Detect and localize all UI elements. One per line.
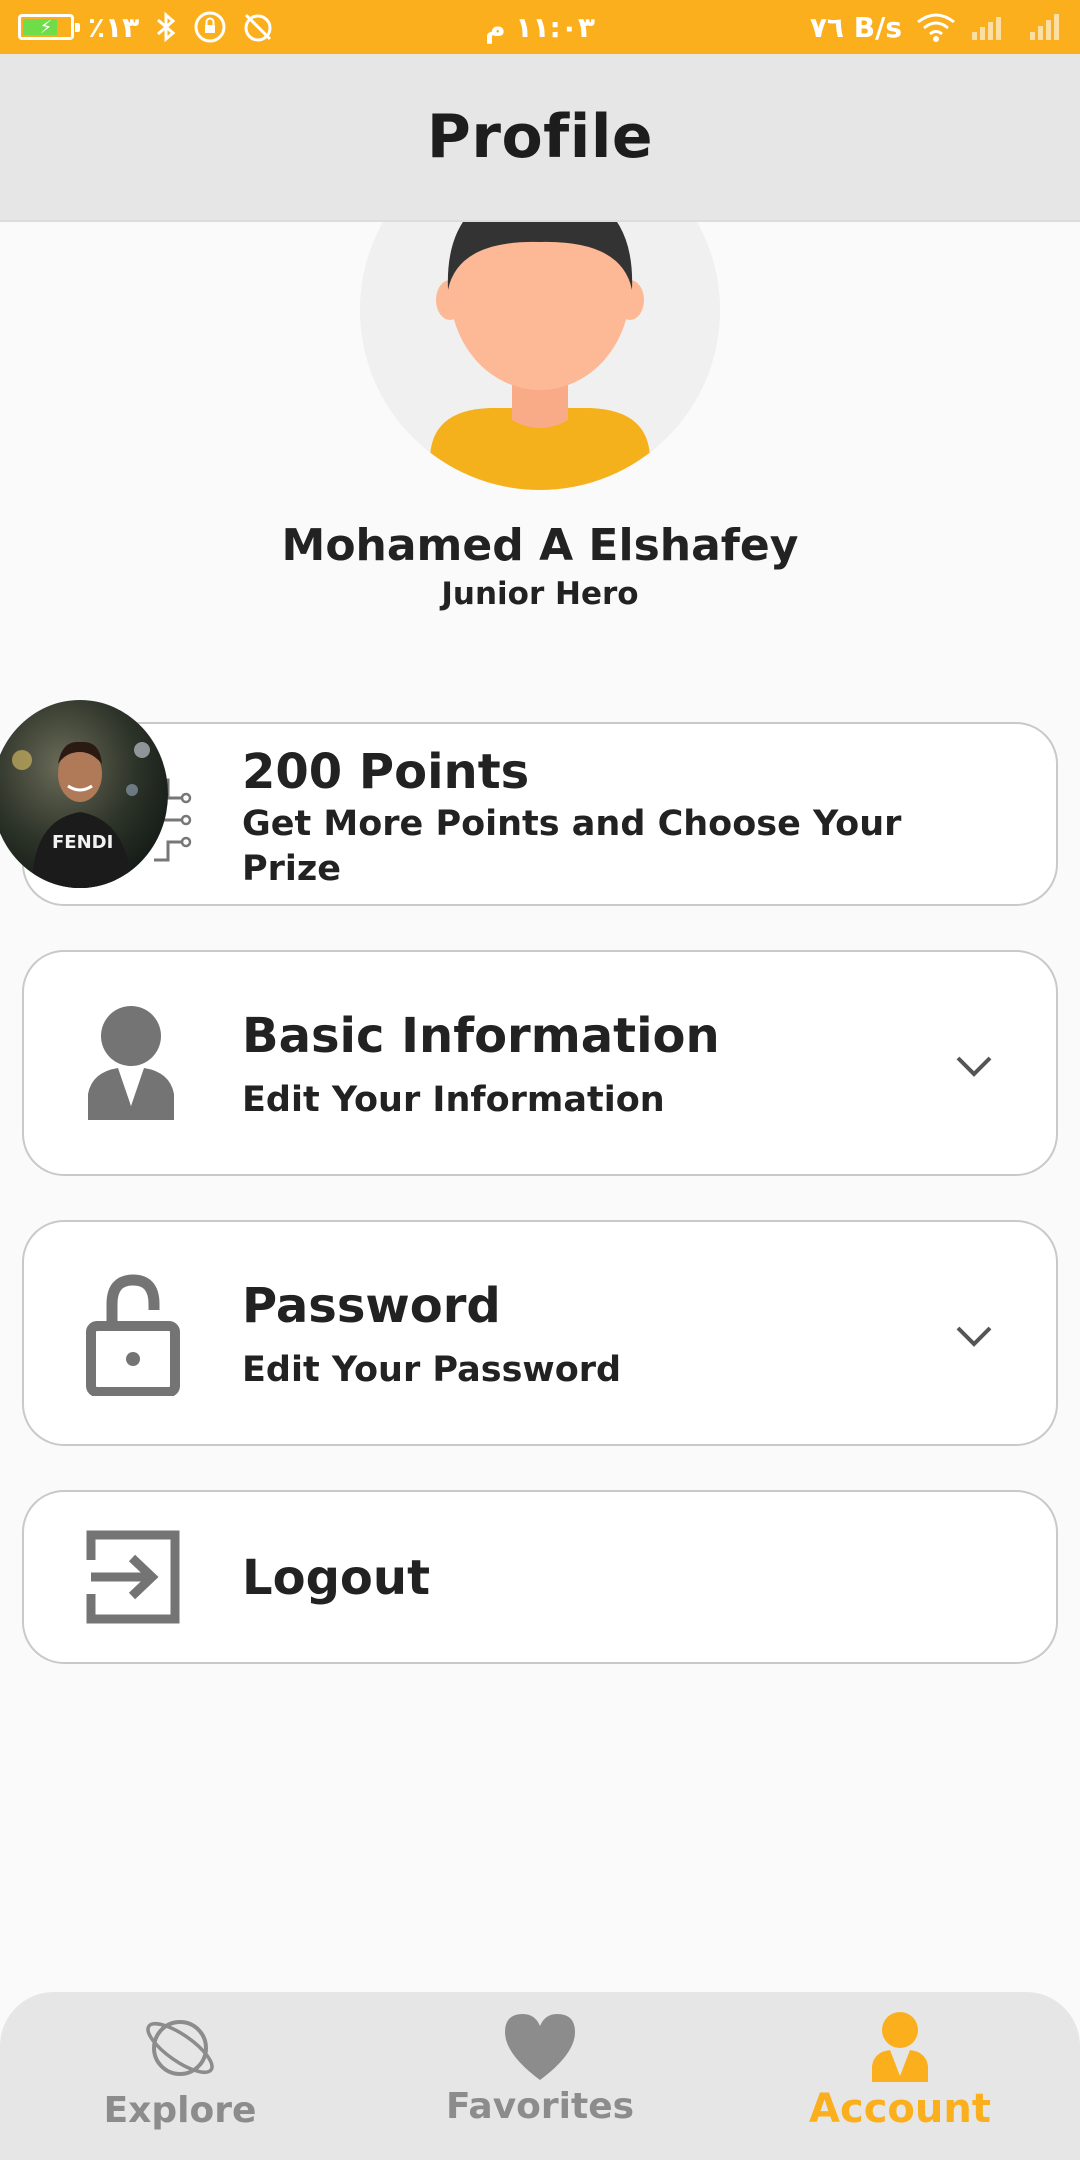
nav-favorites[interactable]: Favorites — [390, 1992, 690, 2160]
basic-information-card[interactable]: Basic Information Edit Your Information — [22, 950, 1058, 1176]
app-header: Profile — [0, 54, 1080, 222]
bottom-navigation: Explore Favorites Account — [0, 1992, 1080, 2160]
lock-icon — [86, 1274, 180, 1396]
password-card[interactable]: Password Edit Your Password — [22, 1220, 1058, 1446]
user-photo-image: FENDI — [0, 700, 168, 888]
battery-percent: ٪١٣ — [88, 10, 140, 44]
basic-information-title: Basic Information — [242, 1008, 720, 1064]
person-icon — [88, 1006, 174, 1120]
chevron-down-icon[interactable] — [954, 1046, 994, 1086]
user-photo[interactable]: FENDI — [0, 700, 168, 888]
logout-icon — [86, 1530, 180, 1624]
logout-title: Logout — [242, 1550, 431, 1606]
person-icon — [872, 2012, 928, 2082]
points-subtitle: Get More Points and Choose Your Prize — [242, 804, 902, 889]
user-level: Junior Hero — [441, 576, 639, 612]
bluetooth-icon — [157, 11, 176, 43]
network-speed: ٧٦ B/s — [809, 10, 902, 44]
svg-text:FENDI: FENDI — [52, 832, 113, 853]
heart-icon — [505, 2014, 575, 2080]
password-title: Password — [242, 1278, 501, 1334]
chevron-down-icon[interactable] — [954, 1316, 994, 1356]
alarm-off-icon — [244, 13, 272, 42]
logout-card[interactable]: Logout — [22, 1490, 1058, 1664]
signal-icon — [972, 17, 1001, 40]
battery-charging-icon: ⚡ — [39, 16, 53, 38]
status-right: ٧٦ B/s — [810, 11, 1062, 44]
wifi-icon — [917, 13, 955, 42]
signal-2-icon — [1030, 14, 1059, 40]
password-subtitle: Edit Your Password — [242, 1350, 622, 1390]
rotation-lock-icon — [194, 11, 226, 43]
status-left: ⚡ ٪١٣ — [18, 10, 275, 44]
nav-favorites-label: Favorites — [445, 2086, 635, 2127]
battery-icon: ⚡ — [18, 14, 80, 40]
points-title: 200 Points — [242, 744, 530, 800]
page-title: Profile — [426, 102, 654, 172]
nav-account[interactable]: Account — [750, 1992, 1050, 2160]
basic-information-subtitle: Edit Your Information — [242, 1080, 665, 1120]
status-bar: ⚡ ٪١٣ ١١:٠٣ م ٧٦ B/s — [0, 0, 1080, 54]
user-name: Mohamed A Elshafey — [281, 520, 799, 571]
nav-account-label: Account — [809, 2086, 991, 2132]
nav-explore[interactable]: Explore — [30, 1992, 330, 2160]
nav-explore-label: Explore — [103, 2090, 257, 2131]
planet-icon — [146, 2020, 214, 2076]
